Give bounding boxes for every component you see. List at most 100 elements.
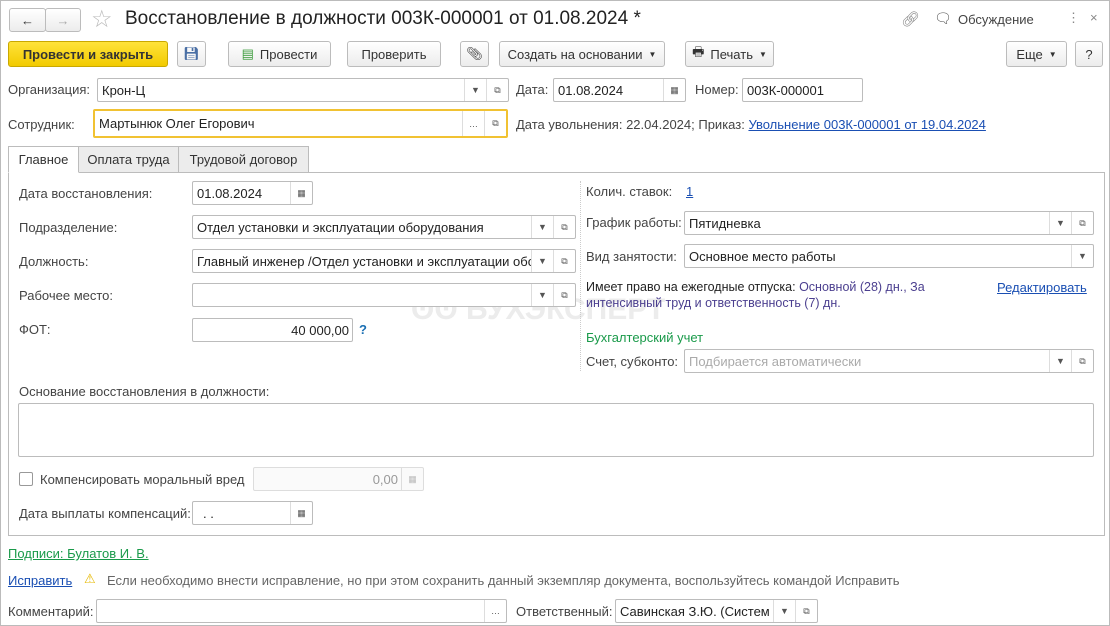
dropdown-icon[interactable]: ▼ [531,284,553,306]
employment-field[interactable]: Основное место работы ▼ [684,244,1094,268]
check-button[interactable]: Проверить [347,41,441,67]
payment-date-label: Дата выплаты компенсаций: [19,506,191,521]
warning-icon: ⚠ [84,571,96,586]
post-and-close-button[interactable]: Провести и закрыть [8,41,168,67]
fot-help-icon[interactable]: ? [359,322,367,337]
vacation-line1: Основной (28) дн., За [799,280,925,294]
dismissal-text: Дата увольнения: 22.04.2024; Приказ: [516,117,745,132]
signatures-link[interactable]: Подписи: Булатов И. В. [8,546,149,561]
label: Проверить [361,46,427,62]
number-field[interactable]: 003К-000001 [742,78,863,102]
post-icon: ▤ [241,46,254,61]
org-field[interactable]: Крон-Ц ▼ ⧉ [97,78,509,102]
open-icon[interactable]: ⧉ [1071,212,1093,234]
save-button[interactable]: 💾︎ [177,41,206,67]
employee-label: Сотрудник: [8,117,75,132]
fot-label: ФОТ: [19,322,51,337]
back-button[interactable]: ← [9,8,46,32]
edit-vacation-link[interactable]: Редактировать [997,280,1087,295]
department-value: Отдел установки и эксплуатации оборудова… [197,219,484,235]
chevron-down-icon: ▼ [648,49,657,59]
number-label: Номер: [695,82,739,97]
fix-link[interactable]: Исправить [8,573,72,588]
dropdown-icon[interactable]: ▼ [1049,212,1071,234]
open-icon[interactable]: ⧉ [486,79,508,101]
close-icon[interactable]: × [1090,10,1098,25]
calculator-icon[interactable]: ▦ [401,468,423,490]
dropdown-icon[interactable]: ▼ [531,216,553,238]
fot-field[interactable]: 40 000,00 [192,318,353,342]
link-icon[interactable]: 🔗︎ [901,10,920,28]
account-label: Счет, субконто: [586,354,679,369]
org-label: Организация: [8,82,91,97]
print-button[interactable]: 🖶 Печать ▼ [685,41,774,67]
date-field[interactable]: 01.08.2024 ▦ [553,78,686,102]
position-field[interactable]: Главный инженер /Отдел установки и экспл… [192,249,576,273]
employment-value: Основное место работы [689,248,836,264]
select-ellipsis-icon[interactable]: … [462,111,484,136]
open-icon[interactable]: ⧉ [484,111,506,136]
label: ? [1085,46,1093,62]
schedule-value: Пятидневка [689,215,761,231]
forward-button[interactable]: → [45,8,81,32]
responsible-field[interactable]: Савинская З.Ю. (Систем ▼ ⧉ [615,599,818,623]
more-button[interactable]: Еще ▼ [1006,41,1067,67]
dismissal-order-link[interactable]: Увольнение 003К-000001 от 19.04.2024 [748,117,985,132]
create-based-button[interactable]: Создать на основании ▼ [499,41,665,67]
employee-field[interactable]: Мартынюк Олег Егорович … ⧉ [93,109,508,138]
schedule-field[interactable]: Пятидневка ▼ ⧉ [684,211,1094,235]
number-value: 003К-000001 [747,82,824,98]
payment-date-field[interactable]: . . ▦ [192,501,313,525]
discussion-icon[interactable]: 🗨︎ [934,10,952,27]
compensate-label: Компенсировать моральный вред [40,472,245,487]
select-ellipsis-icon[interactable]: … [484,600,506,622]
calendar-icon[interactable]: ▦ [663,79,685,101]
open-icon[interactable]: ⧉ [553,216,575,238]
accounting-title: Бухгалтерский учет [586,330,704,345]
basis-textarea[interactable] [18,403,1094,457]
comment-field[interactable]: … [96,599,507,623]
dropdown-icon[interactable]: ▼ [1049,350,1071,372]
chevron-down-icon: ▼ [758,49,767,59]
chevron-down-icon: ▼ [1048,49,1057,59]
comment-label: Комментарий: [8,604,94,619]
restore-date-field[interactable]: 01.08.2024 ▦ [192,181,313,205]
fix-hint: Если необходимо внести исправление, но п… [107,573,900,588]
responsible-label: Ответственный: [516,604,613,619]
compensate-amount-field[interactable]: 0,00 ▦ [253,467,424,491]
dropdown-icon[interactable]: ▼ [773,600,795,622]
dropdown-icon[interactable]: ▼ [531,250,553,272]
tab-contract[interactable]: Трудовой договор [178,146,309,173]
workplace-field[interactable]: ▼ ⧉ [192,283,576,307]
open-icon[interactable]: ⧉ [553,284,575,306]
rates-value-link[interactable]: 1 [686,184,693,199]
calendar-icon[interactable]: ▦ [290,182,312,204]
more-dots-icon[interactable]: ⋮ [1067,10,1080,26]
basis-label: Основание восстановления в должности: [19,384,270,399]
post-button[interactable]: ▤ Провести [228,41,331,67]
open-icon[interactable]: ⧉ [553,250,575,272]
attach-button[interactable]: 📎︎ [460,41,489,67]
favorite-star-icon[interactable]: ☆ [91,5,113,34]
compensate-checkbox[interactable] [19,472,33,486]
help-button[interactable]: ? [1075,41,1103,67]
calendar-icon[interactable]: ▦ [290,502,312,524]
date-value: 01.08.2024 [558,82,624,98]
page-title: Восстановление в должности 003К-000001 о… [125,8,641,29]
printer-icon: 🖶 [692,44,705,59]
open-icon[interactable]: ⧉ [1071,350,1093,372]
department-field[interactable]: Отдел установки и эксплуатации оборудова… [192,215,576,239]
dropdown-icon[interactable]: ▼ [1071,245,1093,267]
date-label: Дата: [516,82,549,97]
responsible-value: Савинская З.Ю. (Систем [620,603,770,619]
dropdown-icon[interactable]: ▼ [464,79,486,101]
account-field[interactable]: Подбирается автоматически ▼ ⧉ [684,349,1094,373]
column-divider [580,181,581,371]
discussion-button[interactable]: Обсуждение [958,12,1034,27]
tab-payment[interactable]: Оплата труда [78,146,179,173]
label: Печать [710,46,753,62]
tab-main[interactable]: Главное [8,146,79,173]
vacation-info: Имеет право на ежегодные отпуска: Основн… [586,279,966,311]
account-placeholder: Подбирается автоматически [689,353,862,369]
open-icon[interactable]: ⧉ [795,600,817,622]
